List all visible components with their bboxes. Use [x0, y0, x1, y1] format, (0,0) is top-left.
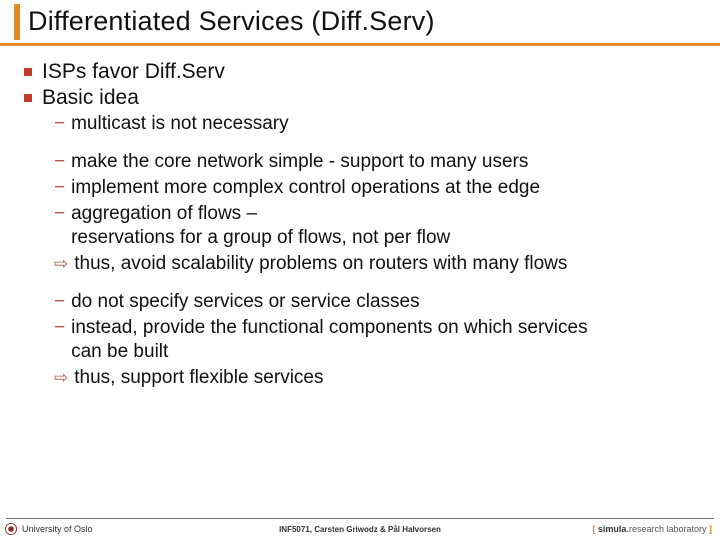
sub-text: instead, provide the functional componen… — [71, 316, 587, 364]
bullet-lvl1: Basic idea — [24, 86, 708, 110]
footer-left: University of Oslo — [22, 524, 93, 534]
bracket-icon: ] — [707, 524, 713, 534]
dash-icon: − — [54, 112, 65, 136]
sub-bullet: − aggregation of flows – reservations fo… — [54, 202, 708, 250]
dash-icon: − — [54, 202, 65, 226]
simula-rest: research laboratory — [629, 524, 707, 534]
sub-bullet: ⇨ thus, avoid scalability problems on ro… — [54, 252, 708, 276]
sub-bullet: − multicast is not necessary — [54, 112, 708, 136]
bullet-text: Basic idea — [42, 86, 139, 110]
sub-bullet: − make the core network simple - support… — [54, 150, 708, 174]
uio-seal-icon — [4, 522, 18, 536]
square-bullet-icon — [24, 94, 32, 102]
sub-bullet: − do not specify services or service cla… — [54, 290, 708, 314]
sub-text-line: can be built — [71, 341, 168, 362]
sub-text-line: reservations for a group of flows, not p… — [71, 227, 450, 248]
sub-text: do not specify services or service class… — [71, 290, 419, 314]
sub-block: − multicast is not necessary − make the … — [24, 112, 708, 390]
title-accent-bar — [14, 4, 20, 40]
simula-word: simula — [598, 524, 627, 534]
square-bullet-icon — [24, 68, 32, 76]
sub-text-line: instead, provide the functional componen… — [71, 317, 587, 338]
footer-right: [ simula.research laboratory ] — [592, 524, 712, 534]
dash-icon: − — [54, 290, 65, 314]
arrow-icon: ⇨ — [54, 366, 68, 390]
sub-text-line: aggregation of flows – — [71, 203, 257, 224]
slide-title: Differentiated Services (Diff.Serv) — [28, 6, 720, 37]
dash-icon: − — [54, 176, 65, 200]
footer: University of Oslo INF5071, Carsten Griw… — [0, 518, 720, 540]
footer-rule — [6, 518, 714, 519]
dash-icon: − — [54, 150, 65, 174]
bullet-text: ISPs favor Diff.Serv — [42, 60, 225, 84]
bullet-lvl1: ISPs favor Diff.Serv — [24, 60, 708, 84]
footer-center: INF5071, Carsten Griwodz & Pål Halvorsen — [279, 525, 441, 534]
sub-text: make the core network simple - support t… — [71, 150, 528, 174]
title-area: Differentiated Services (Diff.Serv) — [0, 0, 720, 39]
sub-text: aggregation of flows – reservations for … — [71, 202, 450, 250]
sub-bullet: − instead, provide the functional compon… — [54, 316, 708, 364]
sub-bullet: − implement more complex control operati… — [54, 176, 708, 200]
arrow-icon: ⇨ — [54, 252, 68, 276]
slide-body: ISPs favor Diff.Serv Basic idea − multic… — [0, 46, 720, 390]
dash-icon: − — [54, 316, 65, 340]
sub-text: multicast is not necessary — [71, 112, 289, 136]
sub-text: thus, support flexible services — [74, 366, 323, 390]
sub-text: thus, avoid scalability problems on rout… — [74, 252, 567, 276]
sub-bullet: ⇨ thus, support flexible services — [54, 366, 708, 390]
sub-text: implement more complex control operation… — [71, 176, 540, 200]
